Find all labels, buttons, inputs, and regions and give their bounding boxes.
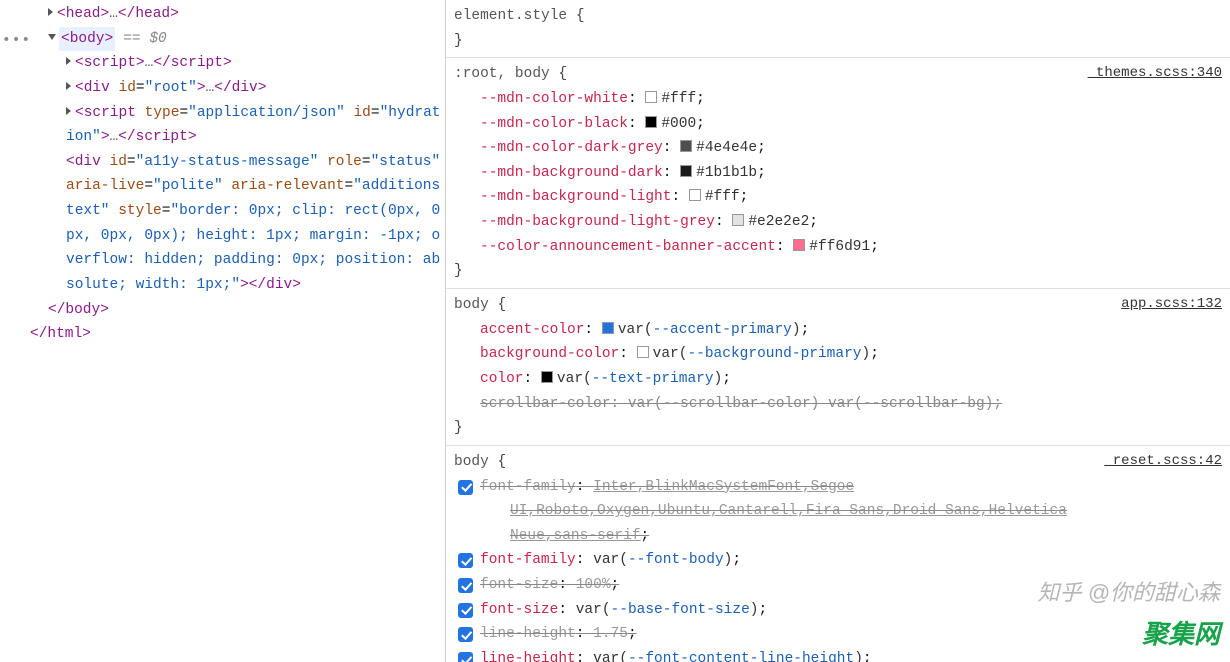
- selector-text: :root, body: [454, 66, 550, 82]
- expand-arrow-icon[interactable]: [66, 57, 71, 65]
- css-value-continuation: Neue,sans-serif;: [454, 524, 1222, 549]
- css-declaration-overridden[interactable]: font-family: Inter,BlinkMacSystemFont,Se…: [454, 475, 1222, 500]
- css-declaration[interactable]: accent-color: var(--accent-primary);: [454, 318, 1222, 343]
- toggle-checkbox[interactable]: [458, 603, 473, 618]
- css-declaration-overridden[interactable]: line-height: 1.75;: [454, 622, 1222, 647]
- css-declaration-overridden[interactable]: scrollbar-color: var(--scrollbar-color) …: [454, 392, 1222, 417]
- gutter-dots-icon: •••: [2, 29, 31, 54]
- selector-text: body: [454, 454, 489, 470]
- toggle-checkbox[interactable]: [458, 480, 473, 495]
- expand-arrow-icon[interactable]: [48, 8, 53, 16]
- source-link[interactable]: _reset.scss:42: [1104, 450, 1222, 474]
- styles-panel[interactable]: element.style { } _themes.scss:340 :root…: [445, 0, 1230, 662]
- dom-node-script-hydration[interactable]: <script type="application/json" id="hydr…: [0, 101, 445, 150]
- source-link[interactable]: _themes.scss:340: [1088, 62, 1222, 86]
- expand-arrow-down-icon[interactable]: [48, 34, 56, 40]
- color-swatch-icon[interactable]: [793, 239, 805, 251]
- elements-dom-tree[interactable]: ••• <head>…</head> <body>== $0 <script>……: [0, 0, 445, 662]
- color-swatch-icon[interactable]: [689, 189, 701, 201]
- dom-node-body[interactable]: <body>== $0: [0, 27, 445, 52]
- color-swatch-icon[interactable]: [680, 165, 692, 177]
- dom-node-div-a11y[interactable]: <div id="a11y-status-message" role="stat…: [0, 150, 445, 298]
- css-declaration[interactable]: --mdn-color-dark-grey: #4e4e4e;: [454, 136, 1222, 161]
- color-swatch-icon[interactable]: [637, 346, 649, 358]
- css-declaration[interactable]: --mdn-background-dark: #1b1b1b;: [454, 161, 1222, 186]
- style-rule-reset[interactable]: _reset.scss:42 body { font-family: Inter…: [446, 446, 1230, 662]
- color-swatch-icon[interactable]: [732, 214, 744, 226]
- css-declaration[interactable]: --mdn-background-light: #fff;: [454, 185, 1222, 210]
- expand-arrow-icon[interactable]: [66, 107, 71, 115]
- style-rule-element-style[interactable]: element.style { }: [446, 0, 1230, 58]
- selector-text: body: [454, 297, 489, 313]
- css-declaration[interactable]: color: var(--text-primary);: [454, 367, 1222, 392]
- toggle-checkbox[interactable]: [458, 627, 473, 642]
- toggle-checkbox[interactable]: [458, 578, 473, 593]
- dom-node-head[interactable]: <head>…</head>: [0, 2, 445, 27]
- expand-arrow-icon[interactable]: [66, 82, 71, 90]
- css-declaration[interactable]: --mdn-background-light-grey: #e2e2e2;: [454, 210, 1222, 235]
- color-swatch-icon[interactable]: [602, 322, 614, 334]
- selected-node-hint: == $0: [123, 31, 167, 47]
- css-declaration[interactable]: --color-announcement-banner-accent: #ff6…: [454, 235, 1222, 260]
- dom-node-body-close[interactable]: </body>: [0, 298, 445, 323]
- selector-text: element.style: [454, 8, 567, 24]
- source-link[interactable]: app.scss:132: [1121, 293, 1222, 317]
- dom-node-script[interactable]: <script>…</script>: [0, 51, 445, 76]
- css-declaration-overridden[interactable]: font-size: 100%;: [454, 573, 1222, 598]
- css-declaration[interactable]: --mdn-color-white: #fff;: [454, 87, 1222, 112]
- style-rule-themes[interactable]: _themes.scss:340 :root, body { --mdn-col…: [446, 58, 1230, 289]
- toggle-checkbox[interactable]: [458, 553, 473, 568]
- style-rule-app[interactable]: app.scss:132 body { accent-color: var(--…: [446, 289, 1230, 446]
- color-swatch-icon[interactable]: [680, 140, 692, 152]
- toggle-checkbox[interactable]: [458, 652, 473, 662]
- css-declaration[interactable]: background-color: var(--background-prima…: [454, 342, 1222, 367]
- color-swatch-icon[interactable]: [541, 371, 553, 383]
- css-declaration[interactable]: font-family: var(--font-body);: [454, 548, 1222, 573]
- dom-node-html-close[interactable]: </html>: [0, 322, 445, 347]
- css-value-continuation: UI,Roboto,Oxygen,Ubuntu,Cantarell,Fira S…: [454, 499, 1222, 524]
- css-declaration[interactable]: --mdn-color-black: #000;: [454, 112, 1222, 137]
- css-declaration[interactable]: line-height: var(--font-content-line-hei…: [454, 647, 1222, 662]
- color-swatch-icon[interactable]: [645, 91, 657, 103]
- dom-node-div-root[interactable]: <div id="root">…</div>: [0, 76, 445, 101]
- css-declaration[interactable]: font-size: var(--base-font-size);: [454, 598, 1222, 623]
- color-swatch-icon[interactable]: [645, 116, 657, 128]
